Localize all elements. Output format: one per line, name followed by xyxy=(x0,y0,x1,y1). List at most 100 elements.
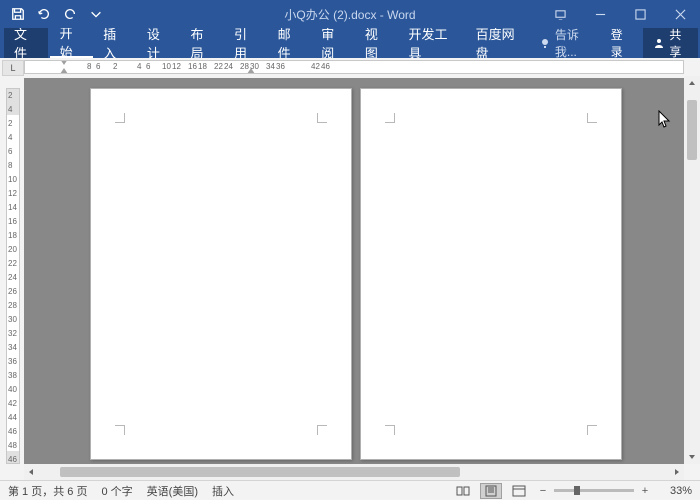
save-button[interactable] xyxy=(6,2,30,26)
horizontal-scrollbar[interactable] xyxy=(24,464,684,480)
page-container xyxy=(90,88,622,460)
zoom-slider-thumb[interactable] xyxy=(574,486,580,495)
tab-view[interactable]: 视图 xyxy=(355,28,399,58)
tab-home[interactable]: 开始 xyxy=(50,28,94,58)
vertical-scrollbar[interactable] xyxy=(684,76,700,464)
page-2[interactable] xyxy=(360,88,622,460)
redo-button[interactable] xyxy=(58,2,82,26)
ruler-tick: 26 xyxy=(8,287,17,296)
maximize-button[interactable] xyxy=(620,0,660,28)
tab-layout[interactable]: 布局 xyxy=(180,28,224,58)
tab-design[interactable]: 设计 xyxy=(137,28,181,58)
crop-mark-icon xyxy=(115,113,125,123)
tab-insert[interactable]: 插入 xyxy=(93,28,137,58)
ruler-tick: 28 xyxy=(8,301,17,310)
tab-baidu-netdisk[interactable]: 百度网盘 xyxy=(466,28,533,58)
qat-customize-button[interactable] xyxy=(84,2,108,26)
ruler-tick: 24 xyxy=(224,62,233,71)
edit-area[interactable] xyxy=(24,78,684,464)
person-icon xyxy=(653,37,665,49)
scroll-right-button[interactable] xyxy=(668,464,684,480)
ruler-tick: 12 xyxy=(172,62,181,71)
tab-references[interactable]: 引用 xyxy=(224,28,268,58)
status-bar: 第 1 页，共 6 页 0 个字 英语(美国) 插入 − + 33% xyxy=(0,480,700,500)
ruler-tick: 2 xyxy=(8,91,12,100)
tell-me-label: 告诉我... xyxy=(555,26,593,60)
login-button[interactable]: 登录 xyxy=(603,26,640,60)
share-button[interactable]: 共享 xyxy=(643,28,698,58)
ruler-tick: 32 xyxy=(8,329,17,338)
hanging-indent-marker[interactable] xyxy=(60,68,68,74)
ruler-tick: 24 xyxy=(8,273,17,282)
horizontal-ruler[interactable]: 86246101216182224283034364246 xyxy=(24,60,684,74)
page-count-status[interactable]: 第 1 页，共 6 页 xyxy=(8,483,87,499)
read-mode-button[interactable] xyxy=(452,483,474,499)
ruler-tick: 4 xyxy=(8,105,12,114)
window-controls xyxy=(540,0,700,28)
insert-mode-status[interactable]: 插入 xyxy=(212,483,234,499)
close-button[interactable] xyxy=(660,0,700,28)
ruler-tick: 6 xyxy=(146,62,150,71)
ruler-tick: 10 xyxy=(8,175,17,184)
horizontal-ruler-wrap: 86246101216182224283034364246 xyxy=(24,60,684,76)
hscroll-thumb[interactable] xyxy=(60,467,460,477)
page-1[interactable] xyxy=(90,88,352,460)
crop-mark-icon xyxy=(587,425,597,435)
tab-mailings[interactable]: 邮件 xyxy=(268,28,312,58)
language-status[interactable]: 英语(美国) xyxy=(147,483,198,499)
ruler-tick: 30 xyxy=(8,315,17,324)
tab-file[interactable]: 文件 xyxy=(4,28,48,58)
ribbon-display-options-button[interactable] xyxy=(540,0,580,28)
crop-mark-icon xyxy=(385,113,395,123)
ruler-corner[interactable]: L xyxy=(2,60,24,76)
ruler-tick: 42 xyxy=(311,62,320,71)
zoom-slider-track[interactable] xyxy=(554,489,634,492)
ruler-tick: 46 xyxy=(8,427,17,436)
zoom-out-button[interactable]: − xyxy=(536,485,550,497)
zoom-in-button[interactable]: + xyxy=(638,485,652,497)
crop-mark-icon xyxy=(115,425,125,435)
ruler-tick: 6 xyxy=(8,147,12,156)
tell-me-search[interactable]: 告诉我... xyxy=(533,26,599,60)
ruler-tick: 12 xyxy=(8,189,17,198)
ruler-tick: 8 xyxy=(8,161,12,170)
undo-button[interactable] xyxy=(32,2,56,26)
ruler-tick: 44 xyxy=(8,413,17,422)
scroll-up-button[interactable] xyxy=(684,76,700,92)
web-layout-button[interactable] xyxy=(508,483,530,499)
ruler-tick: 2 xyxy=(8,119,12,128)
print-layout-button[interactable] xyxy=(480,483,502,499)
crop-mark-icon xyxy=(317,113,327,123)
vertical-ruler[interactable]: 2424681012141618202224262830323436384042… xyxy=(6,88,20,464)
window-title: 小Q办公 (2).docx - Word xyxy=(284,6,415,23)
minimize-button[interactable] xyxy=(580,0,620,28)
ruler-tick: 14 xyxy=(8,203,17,212)
ruler-tick: 4 xyxy=(8,133,12,142)
vscroll-track[interactable] xyxy=(684,92,700,448)
ruler-tick: 30 xyxy=(250,62,259,71)
scroll-left-button[interactable] xyxy=(24,464,40,480)
zoom-level[interactable]: 33% xyxy=(658,485,692,497)
crop-mark-icon xyxy=(587,113,597,123)
vscroll-thumb[interactable] xyxy=(687,100,697,160)
title-bar: 小Q办公 (2).docx - Word xyxy=(0,0,700,28)
word-count-status[interactable]: 0 个字 xyxy=(101,483,132,499)
ruler-tick: 2 xyxy=(113,62,117,71)
tab-review[interactable]: 审阅 xyxy=(311,28,355,58)
ruler-tick: 18 xyxy=(8,231,17,240)
ruler-tick: 38 xyxy=(8,371,17,380)
ruler-tick: 46 xyxy=(321,62,330,71)
ruler-tick: 18 xyxy=(198,62,207,71)
ruler-tick: 16 xyxy=(8,217,17,226)
ruler-tick: 28 xyxy=(240,62,249,71)
ruler-tick: 8 xyxy=(87,62,91,71)
ruler-tick: 34 xyxy=(266,62,275,71)
vertical-ruler-wrap: 2424681012141618202224262830323436384042… xyxy=(2,78,22,464)
hscroll-track[interactable] xyxy=(40,464,668,480)
scroll-down-button[interactable] xyxy=(684,448,700,464)
bulb-icon xyxy=(539,37,551,49)
ruler-tick: 48 xyxy=(8,441,17,450)
tab-developer[interactable]: 开发工具 xyxy=(398,28,465,58)
ruler-tick: 40 xyxy=(8,385,17,394)
first-line-indent-marker[interactable] xyxy=(60,60,68,65)
